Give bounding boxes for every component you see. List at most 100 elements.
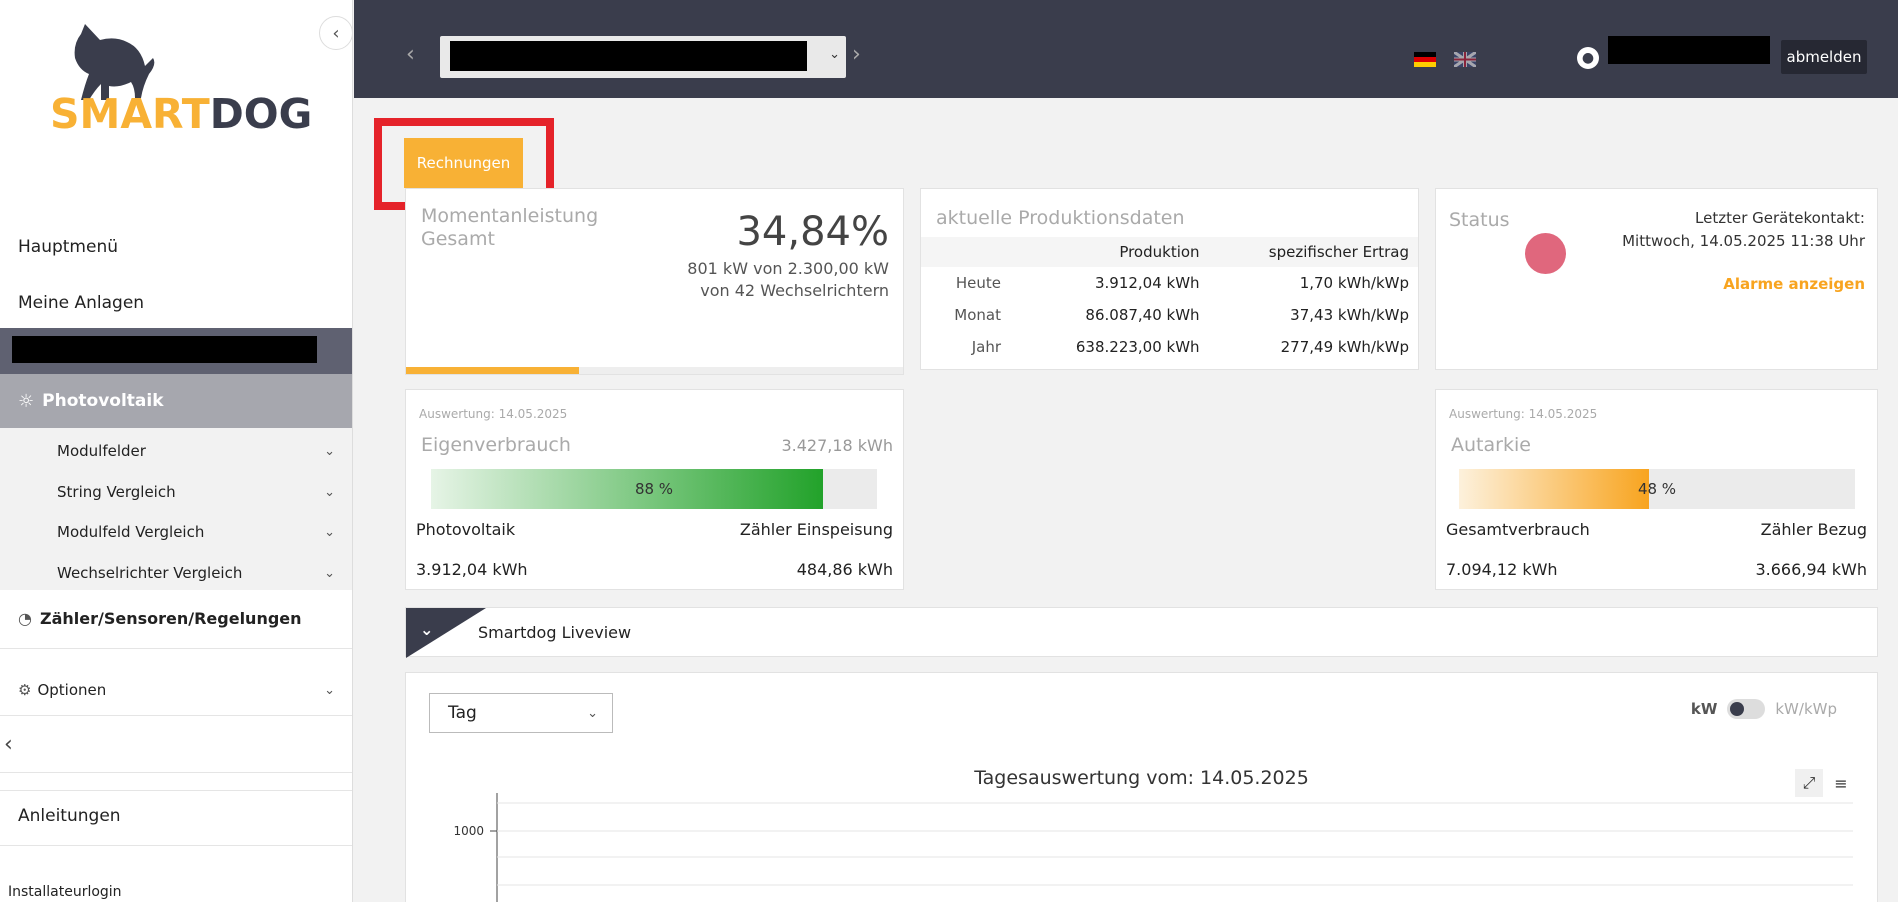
period-select-value: Tag	[448, 703, 477, 723]
chevron-down-icon: ⌄	[829, 47, 840, 62]
eigenverbrauch-right-value: 484,86 kWh	[796, 560, 893, 579]
unit-kwp-label: kW/kWp	[1775, 700, 1837, 718]
autarkie-card: Auswertung: 14.05.2025 Autarkie 48 % Ges…	[1435, 389, 1878, 590]
momentanleistung-progress-bar	[406, 367, 903, 374]
liveview-corner	[406, 608, 486, 658]
table-cell-production: 638.223,00 kWh	[1075, 338, 1200, 356]
period-select[interactable]: Tag ⌄	[429, 693, 613, 733]
status-card: Status Letzter Gerätekontakt: Mittwoch, …	[1435, 188, 1878, 370]
eigenverbrauch-title: Eigenverbrauch	[421, 434, 571, 456]
sidebar-item-label: Photovoltaik	[42, 391, 164, 411]
chevron-left-icon: ‹	[4, 732, 13, 757]
photovoltaik-submenu: Modulfelder ⌄ String Vergleich ⌄ Modulfe…	[0, 428, 352, 590]
sidebar-item-anleitungen[interactable]: Anleitungen	[18, 806, 121, 826]
chevron-down-icon: ⌄	[587, 705, 598, 721]
eigenverbrauch-percent: 88 %	[634, 480, 674, 498]
sidebar-subitem-wechselrichter-vergleich[interactable]: Wechselrichter Vergleich ⌄	[57, 561, 335, 585]
german-flag-icon[interactable]	[1414, 52, 1436, 67]
sidebar-back-button[interactable]: ‹	[4, 732, 13, 757]
table-row-label: Heute	[955, 274, 1001, 292]
divider	[0, 790, 352, 791]
sidebar-item-my-plants[interactable]: Meine Anlagen	[0, 288, 352, 318]
momentanleistung-label-line1: Momentanleistung	[421, 205, 599, 227]
eigenverbrauch-card: Auswertung: 14.05.2025 Eigenverbrauch 3.…	[405, 389, 904, 590]
table-header-cell: spezifischer Ertrag	[1208, 237, 1418, 267]
momentanleistung-inverters: von 42 Wechselrichtern	[700, 281, 889, 300]
redacted-plant-name	[12, 336, 317, 363]
momentanleistung-progress-fill	[406, 367, 580, 374]
chevron-down-icon[interactable]: ⌄	[420, 620, 433, 639]
rechnungen-button[interactable]: Rechnungen	[404, 138, 523, 188]
table-cell-specific: 1,70 kWh/kWp	[1299, 274, 1409, 292]
table-header-row: Produktion spezifischer Ertrag	[921, 237, 1418, 267]
sidebar-item-label: Zähler/Sensoren/Regelungen	[39, 608, 302, 628]
chevron-down-icon: ⌄	[324, 682, 335, 698]
status-indicator	[1525, 233, 1566, 274]
autarkie-title: Autarkie	[1451, 434, 1531, 456]
table-cell-specific: 37,43 kWh/kWp	[1290, 306, 1409, 324]
sidebar-subitem-label: Wechselrichter Vergleich	[57, 564, 243, 582]
table-row: Heute 3.912,04 kWh 1,70 kWh/kWp	[921, 267, 1418, 299]
eigenverbrauch-right-label: Zähler Einspeisung	[739, 520, 893, 539]
eigenverbrauch-left-label: Photovoltaik	[416, 520, 516, 539]
autarkie-progress-bar: 48 %	[1459, 469, 1855, 509]
sidebar-selected-plant[interactable]	[0, 328, 352, 374]
sidebar-item-main-menu[interactable]: Hauptmenü	[0, 232, 352, 262]
sidebar-collapse-button[interactable]: ‹	[319, 16, 352, 50]
autarkie-percent: 48 %	[1637, 480, 1677, 498]
sidebar-subitem-modulfelder[interactable]: Modulfelder ⌄	[57, 439, 335, 463]
autarkie-right-label: Zähler Bezug	[1760, 520, 1867, 539]
redacted-user-name	[1608, 36, 1770, 64]
chevron-right-icon: ›	[852, 42, 861, 67]
chevron-down-icon: ⌄	[324, 443, 335, 459]
sidebar: SMARTDOG ‹ Hauptmenü Meine Anlagen ☼ Pho…	[0, 0, 353, 902]
plant-select[interactable]: ⌄	[440, 36, 846, 78]
eigenverbrauch-total: 3.427,18 kWh	[781, 436, 893, 455]
eigenverbrauch-left-value: 3.912,04 kWh	[416, 560, 528, 579]
divider	[0, 715, 352, 716]
evaluation-date: Auswertung: 14.05.2025	[419, 407, 568, 421]
autarkie-left-value: 7.094,12 kWh	[1446, 560, 1558, 579]
chevron-down-icon: ⌄	[324, 524, 335, 540]
divider	[0, 772, 352, 773]
gears-icon: ⚙	[18, 681, 32, 699]
chart-plot-area: 1000	[453, 793, 1853, 902]
next-plant-button[interactable]: ›	[852, 42, 861, 67]
table-row-label: Jahr	[971, 338, 1001, 356]
production-data-card: aktuelle Produktionsdaten Produktion spe…	[920, 188, 1419, 370]
sidebar-subitem-string-vergleich[interactable]: String Vergleich ⌄	[57, 480, 335, 504]
sidebar-item-installateurlogin[interactable]: Installateurlogin	[8, 884, 122, 900]
uk-flag-icon[interactable]	[1454, 52, 1476, 67]
table-row: Jahr 638.223,00 kWh 277,49 kWh/kWp	[921, 331, 1418, 363]
logo-wordmark: SMARTDOG	[50, 90, 312, 138]
sidebar-item-photovoltaik[interactable]: ☼ Photovoltaik	[0, 374, 352, 428]
chart-title: Tagesauswertung vom: 14.05.2025	[974, 767, 1309, 789]
unit-toggle: kW kW/kWp	[1691, 699, 1837, 719]
table-row-label: Monat	[954, 306, 1001, 324]
sidebar-item-label: Optionen	[37, 681, 107, 699]
last-contact-label: Letzter Gerätekontakt:	[1695, 209, 1865, 227]
sidebar-item-optionen[interactable]: ⚙ Optionen ⌄	[0, 670, 352, 710]
unit-toggle-switch[interactable]	[1727, 699, 1766, 719]
chevron-down-icon: ⌄	[324, 484, 335, 500]
chevron-down-icon: ⌄	[324, 565, 335, 581]
liveview-header[interactable]: ⌄ Smartdog Liveview	[405, 607, 1878, 658]
sidebar-subitem-modulfeld-vergleich[interactable]: Modulfeld Vergleich ⌄	[57, 520, 335, 544]
production-data-title: aktuelle Produktionsdaten	[936, 207, 1185, 229]
table-header-cell: Produktion	[1021, 237, 1209, 267]
eigenverbrauch-progress-bar: 88 %	[431, 469, 877, 509]
divider	[0, 845, 352, 846]
previous-plant-button[interactable]: ‹	[406, 42, 415, 67]
chart-card: Tag ⌄ kW kW/kWp Tagesauswertung vom: 14.…	[405, 672, 1878, 902]
user-account-icon[interactable]: ●	[1577, 47, 1599, 69]
logout-button[interactable]: abmelden	[1781, 40, 1867, 74]
sidebar-subitem-label: Modulfelder	[57, 442, 146, 460]
sidebar-item-zaehler[interactable]: ◔ Zähler/Sensoren/Regelungen	[0, 596, 352, 640]
momentanleistung-label-line2: Gesamt	[421, 228, 495, 250]
table-cell-specific: 277,49 kWh/kWp	[1280, 338, 1409, 356]
chevron-left-icon: ‹	[332, 22, 340, 44]
autarkie-left-label: Gesamtverbrauch	[1446, 520, 1590, 539]
status-title: Status	[1449, 209, 1510, 231]
chevron-left-icon: ‹	[406, 42, 415, 67]
show-alarms-link[interactable]: Alarme anzeigen	[1723, 275, 1865, 293]
